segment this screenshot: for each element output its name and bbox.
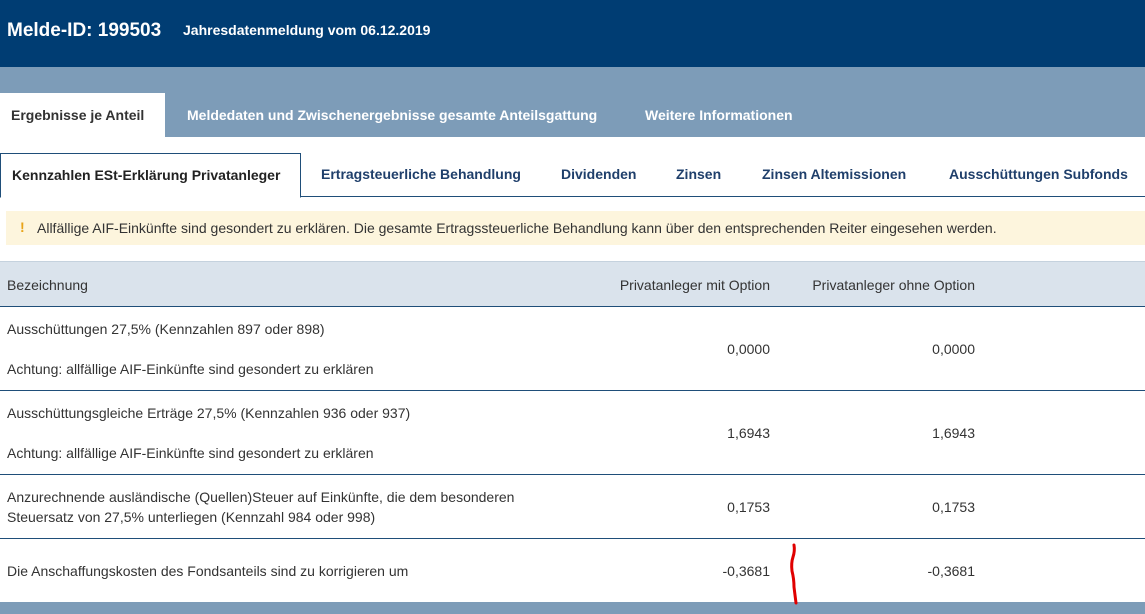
- table-header: Bezeichnung Privatanleger mit Option Pri…: [0, 261, 1145, 307]
- column-header-bezeichnung: Bezeichnung: [7, 277, 88, 293]
- row-label: Ausschüttungen 27,5% (Kennzahlen 897 ode…: [7, 321, 325, 337]
- row-label: Die Anschaffungskosten des Fondsanteils …: [7, 563, 409, 579]
- table-row: Ausschüttungsgleiche Erträge 27,5% (Kenn…: [0, 391, 1145, 475]
- tab-ausschuettungen-subfonds[interactable]: Ausschüttungen Subfonds: [949, 153, 1128, 197]
- row-note: Achtung: allfällige AIF-Einkünfte sind g…: [7, 361, 374, 377]
- value-ohne-option: 0,0000: [932, 341, 975, 357]
- info-alert: ! Allfällige AIF-Einkünfte sind gesonder…: [6, 211, 1145, 245]
- alert-message: Allfällige AIF-Einkünfte sind gesondert …: [37, 220, 997, 236]
- tab-weitere-informationen[interactable]: Weitere Informationen: [645, 93, 793, 137]
- footer-bar: [0, 602, 1145, 614]
- sub-tab-bar: Kennzahlen ESt-Erklärung Privatanleger E…: [0, 137, 1145, 198]
- tab-zinsen-altemissionen[interactable]: Zinsen Altemissionen: [762, 153, 906, 197]
- value-mit-option: -0,3681: [722, 563, 770, 579]
- table-row: Die Anschaffungskosten des Fondsanteils …: [0, 539, 1145, 603]
- column-header-mit-option: Privatanleger mit Option: [619, 277, 770, 293]
- table-row: Anzurechnende ausländische (Quellen)Steu…: [0, 475, 1145, 539]
- red-annotation-mark: [790, 543, 798, 605]
- tab-ertragsteuerliche-behandlung[interactable]: Ertragsteuerliche Behandlung: [321, 153, 521, 197]
- main-tab-bar: Ergebnisse je Anteil Meldedaten und Zwis…: [0, 67, 1145, 137]
- value-ohne-option: 1,6943: [932, 425, 975, 441]
- tab-meldedaten[interactable]: Meldedaten und Zwischenergebnisse gesamt…: [187, 93, 597, 137]
- exclamation-icon: !: [20, 219, 25, 235]
- value-mit-option: 1,6943: [727, 425, 770, 441]
- tab-zinsen[interactable]: Zinsen: [676, 153, 721, 197]
- row-label: Ausschüttungsgleiche Erträge 27,5% (Kenn…: [7, 405, 411, 421]
- row-label: Anzurechnende ausländische (Quellen)Steu…: [7, 489, 515, 505]
- melde-id: Melde-ID: 199503: [7, 20, 162, 41]
- value-ohne-option: -0,3681: [927, 563, 975, 579]
- value-ohne-option: 0,1753: [932, 499, 975, 515]
- table-row: Ausschüttungen 27,5% (Kennzahlen 897 ode…: [0, 307, 1145, 391]
- page-header: Melde-ID: 199503 Jahresdatenmeldung vom …: [0, 0, 1145, 67]
- tab-dividenden[interactable]: Dividenden: [561, 153, 636, 197]
- tab-kennzahlen-est[interactable]: Kennzahlen ESt-Erklärung Privatanleger: [0, 153, 301, 198]
- report-subtitle: Jahresdatenmeldung vom 06.12.2019: [183, 22, 431, 38]
- value-mit-option: 0,1753: [727, 499, 770, 515]
- row-note: Achtung: allfällige AIF-Einkünfte sind g…: [7, 445, 374, 461]
- tab-ergebnisse-je-anteil[interactable]: Ergebnisse je Anteil: [0, 93, 165, 137]
- column-header-ohne-option: Privatanleger ohne Option: [812, 277, 975, 293]
- value-mit-option: 0,0000: [727, 341, 770, 357]
- row-label-continued: Steuersatz von 27,5% unterliegen (Kennza…: [7, 509, 376, 525]
